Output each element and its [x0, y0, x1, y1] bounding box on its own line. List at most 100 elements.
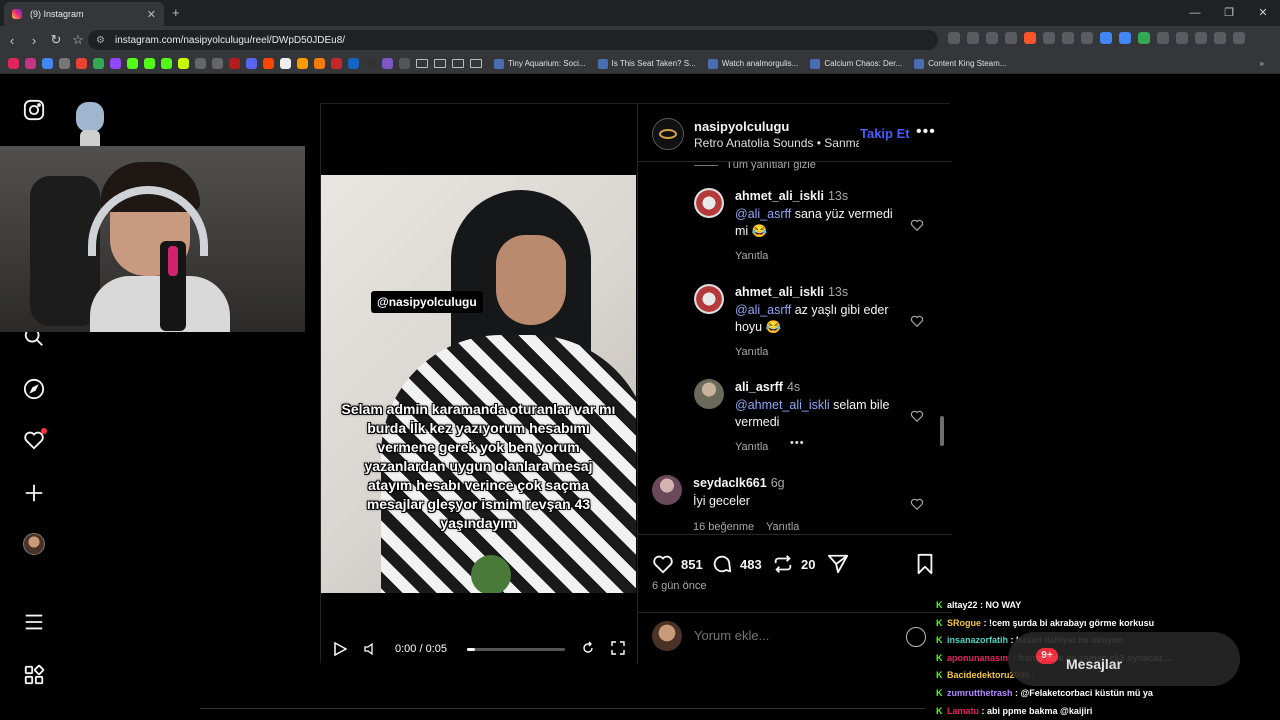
instagram-bookmark-icon[interactable]: [25, 58, 36, 69]
brave-shield-icon[interactable]: [1024, 32, 1036, 44]
twitch-bookmark-icon[interactable]: [110, 58, 121, 69]
bookmark-item[interactable]: Is This Seat Taken? S...: [597, 58, 696, 69]
reload-icon[interactable]: ↻: [46, 32, 66, 48]
messages-button[interactable]: 9+ Mesajlar: [1008, 632, 1240, 686]
media-icon[interactable]: [1195, 32, 1207, 44]
comment-action[interactable]: 483: [711, 553, 762, 575]
like-heart-icon[interactable]: [910, 409, 924, 423]
replay-icon[interactable]: [581, 641, 595, 655]
reply-button[interactable]: Yanıtla: [766, 521, 799, 533]
chat-username[interactable]: insanazorfatih: [947, 635, 1008, 645]
bookmark-icon[interactable]: [348, 58, 359, 69]
cast-icon[interactable]: [948, 32, 960, 44]
extension-icon[interactable]: [1043, 32, 1055, 44]
extension-icon[interactable]: [1062, 32, 1074, 44]
avatar[interactable]: [652, 475, 682, 505]
comment-input[interactable]: [694, 628, 894, 643]
google-bookmark-icon[interactable]: [42, 58, 53, 69]
chat-username[interactable]: Lamatu: [947, 706, 979, 716]
minimize-icon[interactable]: —: [1178, 0, 1212, 26]
extension-icon[interactable]: [1100, 32, 1112, 44]
explore-compass-icon[interactable]: [22, 377, 46, 401]
reply-button[interactable]: Yanıtla: [735, 441, 768, 453]
volume-icon[interactable]: [363, 642, 377, 656]
author-username[interactable]: nasipyolculugu: [694, 119, 789, 134]
share-action[interactable]: [827, 553, 849, 575]
chat-username[interactable]: altay22: [947, 600, 978, 610]
extension-icon[interactable]: [1138, 32, 1150, 44]
bookmark-item[interactable]: Content King Steam...: [914, 58, 1006, 69]
like-heart-icon[interactable]: [910, 218, 924, 232]
kick-bookmark-icon[interactable]: [127, 58, 138, 69]
notifications-heart-icon[interactable]: [22, 428, 47, 452]
folder-icon[interactable]: [452, 59, 464, 68]
kick-bookmark-icon[interactable]: [161, 58, 172, 69]
bookmark-icon[interactable]: [178, 58, 189, 69]
hamburger-menu-icon[interactable]: [22, 610, 46, 634]
reel-video[interactable]: @nasipyolculugu Selam admin karamanda ot…: [321, 104, 636, 664]
avatar[interactable]: [694, 188, 724, 218]
bookmark-icon[interactable]: [331, 58, 342, 69]
bookmark-icon[interactable]: [365, 58, 376, 69]
zoom-icon[interactable]: [967, 32, 979, 44]
bookmark-icon[interactable]: [1005, 32, 1017, 44]
video-progress-bar[interactable]: [467, 648, 565, 651]
comment-username[interactable]: ahmet_ali_iskli 13s: [735, 285, 848, 299]
comment-options-icon[interactable]: •••: [790, 437, 805, 449]
tab-close-icon[interactable]: ✕: [147, 8, 156, 21]
kick-bookmark-icon[interactable]: [144, 58, 155, 69]
audio-track[interactable]: Retro Anatolia Sounds • Sanma...: [694, 136, 859, 150]
comment-bubble-icon[interactable]: [711, 553, 733, 575]
heart-icon[interactable]: [652, 553, 674, 575]
restore-icon[interactable]: ❐: [1212, 0, 1246, 26]
more-bookmarks-icon[interactable]: »: [1260, 59, 1264, 68]
emoji-icon[interactable]: [906, 627, 926, 647]
amazon-bookmark-icon[interactable]: [297, 58, 308, 69]
bookmark-item[interactable]: Tiny Aquarium: Soci...: [494, 58, 586, 69]
drive-bookmark-icon[interactable]: [93, 58, 104, 69]
bookmark-item[interactable]: Calcium Chaos: Der...: [810, 58, 902, 69]
comment-username[interactable]: ali_asrff 4s: [735, 380, 800, 394]
extension-icon[interactable]: [1119, 32, 1131, 44]
fullscreen-icon[interactable]: [611, 641, 625, 655]
more-options-icon[interactable]: •••: [916, 123, 936, 141]
bookmark-icon[interactable]: [399, 58, 410, 69]
bookmark-star-icon[interactable]: ☆: [68, 32, 88, 48]
bookmark-icon[interactable]: [229, 58, 240, 69]
forward-icon[interactable]: ›: [24, 33, 44, 48]
bookmark-icon[interactable]: [59, 58, 70, 69]
browser-tab[interactable]: (9) Instagram ✕: [4, 2, 164, 26]
comment-likes-count[interactable]: 16 beğenme: [693, 521, 754, 533]
play-icon[interactable]: [333, 642, 347, 656]
anchor-bookmark-icon[interactable]: [195, 58, 206, 69]
author-avatar[interactable]: [652, 118, 684, 150]
menu-icon[interactable]: [1233, 32, 1245, 44]
hide-replies-link[interactable]: Tüm yanıtları gizle: [726, 162, 816, 171]
youtube-bookmark-icon[interactable]: [8, 58, 19, 69]
bookmark-save-icon[interactable]: [914, 553, 936, 575]
address-bar[interactable]: ⚙ instagram.com/nasipyolculugu/reel/DWpD…: [88, 30, 938, 50]
reddit-bookmark-icon[interactable]: [263, 58, 274, 69]
bookmark-icon[interactable]: [212, 58, 223, 69]
avatar[interactable]: [694, 284, 724, 314]
share-icon[interactable]: [986, 32, 998, 44]
discord-bookmark-icon[interactable]: [246, 58, 257, 69]
folder-icon[interactable]: [416, 59, 428, 68]
extension-icon[interactable]: [1081, 32, 1093, 44]
chat-username[interactable]: aponunanasını: [947, 653, 1011, 663]
instagram-logo-icon[interactable]: [22, 98, 46, 122]
send-icon[interactable]: [827, 553, 849, 575]
apps-grid-icon[interactable]: [22, 663, 46, 687]
window-close-icon[interactable]: ✕: [1246, 0, 1280, 26]
repost-icon[interactable]: [772, 553, 794, 575]
comments-scrollbar[interactable]: [939, 166, 945, 534]
bookmark-icon[interactable]: [382, 58, 393, 69]
create-plus-icon[interactable]: [22, 481, 46, 505]
folder-icon[interactable]: [434, 59, 446, 68]
site-info-icon[interactable]: ⚙: [96, 35, 105, 46]
sidebar-icon[interactable]: [1176, 32, 1188, 44]
like-action[interactable]: 851: [652, 553, 703, 575]
comment-username[interactable]: seydaclk661 6g: [693, 476, 785, 490]
comment-username[interactable]: ahmet_ali_iskli 13s: [735, 189, 848, 203]
new-tab-icon[interactable]: +: [172, 5, 180, 20]
